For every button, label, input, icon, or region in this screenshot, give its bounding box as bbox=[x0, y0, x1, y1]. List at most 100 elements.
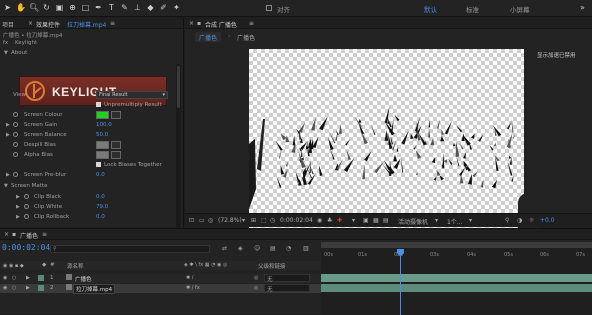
selection-tool-icon[interactable]: ➤ bbox=[3, 3, 12, 13]
eye-icon[interactable]: ◉ bbox=[3, 275, 7, 281]
switches-icon[interactable]: ⇄ bbox=[222, 245, 227, 252]
tab-effect-controls[interactable]: 效果控件 bbox=[36, 20, 60, 29]
zoom-tool-icon[interactable]: 🔍︎ bbox=[29, 3, 39, 13]
effects-scrollbar-thumb[interactable] bbox=[177, 66, 180, 108]
expand-icon[interactable]: ▶ bbox=[6, 132, 10, 138]
work-area-bar[interactable] bbox=[321, 242, 592, 248]
screen-matte-row[interactable]: ▼ Screen Matte bbox=[0, 181, 182, 191]
subtab-active[interactable]: 广播色 bbox=[195, 32, 222, 42]
transparency-grid-icon[interactable]: ▦ bbox=[373, 217, 379, 224]
viewer-timecode[interactable]: 0:00:02:04 bbox=[280, 217, 313, 224]
stopwatch-icon[interactable] bbox=[24, 214, 29, 219]
alpha-bias-swatch[interactable] bbox=[96, 151, 109, 159]
effect-fx-icon[interactable]: fx bbox=[3, 40, 8, 46]
expand-icon[interactable]: ▶ bbox=[16, 204, 20, 210]
collapse-icon[interactable]: ▼ bbox=[4, 183, 8, 189]
eyedropper-icon[interactable] bbox=[111, 141, 121, 149]
expand-icon[interactable]: ▶ bbox=[6, 122, 10, 128]
clip-rollback-value[interactable]: 0.0 bbox=[96, 214, 105, 220]
motion-blur-icon[interactable]: ◔ bbox=[286, 245, 291, 252]
menu-icon[interactable]: ≡ bbox=[249, 20, 254, 27]
roto-brush-tool-icon[interactable]: ✐ bbox=[159, 3, 168, 13]
resolution-dropdown[interactable]: ▾ bbox=[352, 217, 355, 224]
source-name-header[interactable]: 源名称 bbox=[67, 262, 84, 270]
screen-preblur-value[interactable]: 0.0 bbox=[96, 172, 105, 178]
puppet-tool-icon[interactable]: ✦ bbox=[172, 3, 181, 13]
parent-header[interactable]: 父级和链接 bbox=[258, 262, 286, 270]
shy-icon[interactable]: ☺ bbox=[254, 245, 260, 252]
despill-bias-swatch[interactable] bbox=[96, 141, 109, 149]
pan-behind-tool-icon[interactable]: ⊕ bbox=[68, 3, 77, 13]
solo-icon[interactable]: ○ bbox=[12, 285, 16, 291]
stopwatch-icon[interactable] bbox=[13, 152, 18, 157]
mask-tool-icon[interactable]: □ bbox=[81, 3, 90, 13]
screen-gain-value[interactable]: 100.0 bbox=[96, 122, 112, 128]
region-of-interest-icon[interactable]: ⬚ bbox=[261, 217, 267, 224]
tab-project[interactable]: 项目 bbox=[2, 20, 14, 29]
expand-icon[interactable]: ▶ bbox=[16, 194, 20, 200]
subtab-inactive[interactable]: 广播色 bbox=[237, 33, 255, 42]
eye-icon[interactable]: ◉ bbox=[3, 285, 7, 291]
graph-editor-icon[interactable]: ▥ bbox=[303, 245, 309, 252]
collapse-switch-icon[interactable]: ✱ / bbox=[186, 275, 193, 281]
exposure-value[interactable]: +0.0 bbox=[540, 217, 555, 224]
expand-icon[interactable]: ▶ bbox=[16, 214, 20, 220]
stopwatch-icon[interactable] bbox=[13, 112, 18, 117]
timeline-track-area[interactable]: 00s 01s 02s 03s 04s 05s 06s 07s bbox=[321, 242, 592, 315]
chevron-down-icon[interactable]: ▾ bbox=[469, 217, 472, 224]
chevron-down-icon[interactable]: ▾ bbox=[242, 217, 245, 224]
stopwatch-icon[interactable] bbox=[13, 122, 18, 127]
brush-tool-icon[interactable]: ✎ bbox=[120, 3, 129, 13]
expand-icon[interactable]: ▶ bbox=[26, 285, 30, 291]
lock-biases-checkbox[interactable] bbox=[96, 162, 101, 167]
pickwhip-icon[interactable]: ◎ bbox=[254, 275, 258, 281]
clip-black-value[interactable]: 0.0 bbox=[96, 194, 105, 200]
tab-timeline[interactable]: 广播色 bbox=[20, 231, 38, 240]
stopwatch-icon[interactable] bbox=[13, 132, 18, 137]
layer-name[interactable]: 广播色 bbox=[75, 275, 92, 283]
unpremultiply-checkbox[interactable] bbox=[96, 102, 101, 107]
stopwatch-icon[interactable] bbox=[13, 172, 18, 177]
grid-icon[interactable]: ⊞ bbox=[251, 217, 256, 224]
label-color-swatch[interactable] bbox=[38, 275, 44, 281]
solo-icon[interactable]: ○ bbox=[12, 275, 16, 281]
expand-icon[interactable]: ▶ bbox=[26, 275, 30, 281]
layer-bar[interactable] bbox=[321, 274, 592, 282]
workspace-standard[interactable]: 标准 bbox=[466, 4, 479, 14]
comp-lock-icon[interactable]: ▪ bbox=[197, 20, 201, 27]
stopwatch-icon[interactable] bbox=[24, 204, 29, 209]
composition-viewer[interactable] bbox=[249, 49, 524, 228]
close-icon[interactable]: × bbox=[28, 20, 33, 27]
frame-blend-icon[interactable]: ▤ bbox=[270, 245, 276, 252]
label-color-swatch[interactable] bbox=[38, 285, 44, 291]
layer-bar[interactable] bbox=[321, 284, 592, 292]
tab-composition[interactable]: 合成 广播色 bbox=[205, 20, 237, 29]
workspace-small-screen[interactable]: 小屏幕 bbox=[510, 4, 530, 14]
screen-balance-value[interactable]: 50.0 bbox=[96, 132, 108, 138]
magnifier-icon[interactable]: ⊡ bbox=[189, 217, 194, 224]
close-icon[interactable]: × bbox=[4, 231, 9, 238]
stopwatch-icon[interactable] bbox=[13, 142, 18, 147]
parent-dropdown[interactable]: 无 bbox=[264, 274, 310, 283]
clone-stamp-tool-icon[interactable]: ⊥ bbox=[133, 3, 142, 13]
screen-colour-swatch[interactable] bbox=[96, 111, 109, 119]
parent-dropdown[interactable]: 无 bbox=[264, 284, 310, 293]
fast-preview-icon[interactable]: ▣ bbox=[363, 217, 369, 224]
snapshot-icon[interactable]: ◉ bbox=[317, 217, 322, 224]
pickwhip-icon[interactable]: ◎ bbox=[254, 285, 258, 291]
current-time[interactable]: 0:00:02:04 bbox=[2, 243, 50, 252]
clock-icon[interactable]: ◷ bbox=[270, 217, 275, 224]
rotate-tool-icon[interactable]: ↻ bbox=[42, 3, 51, 13]
layer-name[interactable]: 拉刀掉幕.mp4 bbox=[73, 284, 116, 294]
view-dropdown[interactable]: Final Result ▾ bbox=[96, 91, 168, 99]
text-tool-icon[interactable]: T bbox=[107, 3, 116, 13]
stopwatch-icon[interactable] bbox=[24, 194, 29, 199]
reset-exposure-icon[interactable]: ◑ bbox=[517, 217, 522, 224]
menu-icon[interactable]: ≡ bbox=[42, 231, 47, 238]
fx-switch-icon[interactable]: ✱ / fx bbox=[186, 285, 200, 291]
snap-checkbox[interactable] bbox=[266, 5, 272, 11]
view-layout-icon[interactable]: ▤ bbox=[383, 217, 389, 224]
chevron-down-icon[interactable]: ▾ bbox=[435, 217, 438, 224]
clip-white-value[interactable]: 79.0 bbox=[96, 204, 108, 210]
eyedropper-icon[interactable] bbox=[111, 151, 121, 159]
